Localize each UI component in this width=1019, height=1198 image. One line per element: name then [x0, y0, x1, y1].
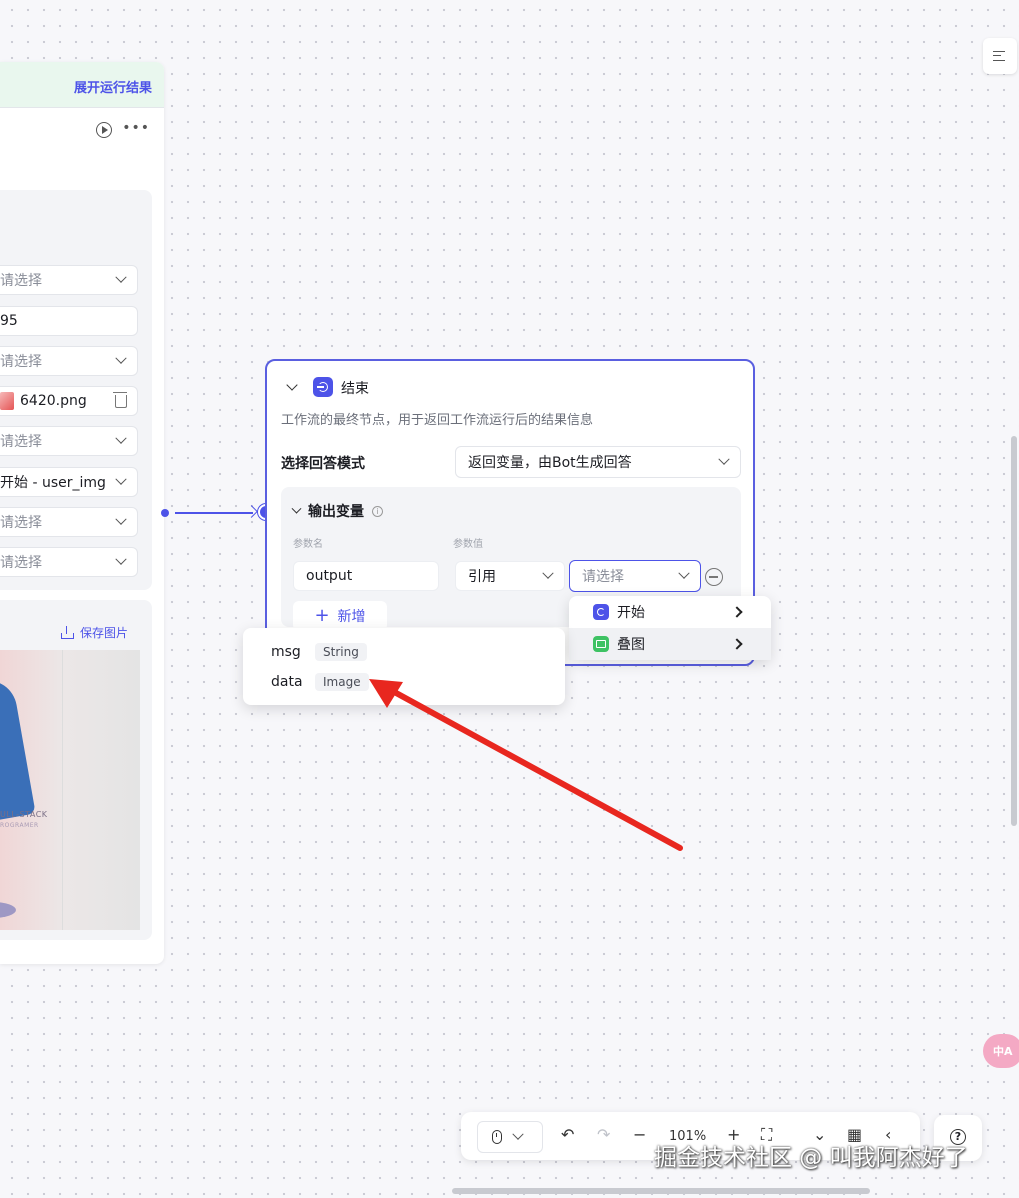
variable-name: msg	[271, 644, 301, 660]
connection-line[interactable]	[175, 512, 253, 514]
input-params-panel: 请选择 95 请选择 6420.png 请选择 开始 - user_img 请选…	[0, 190, 152, 590]
zoom-out-icon[interactable]: −	[633, 1126, 646, 1144]
chevron-down-icon	[115, 473, 127, 485]
output-port[interactable]	[161, 509, 169, 517]
image-node-card[interactable]: 展开运行结果 ••• 请选择 95 请选择 6420.png 请选择 开始 - …	[0, 62, 164, 964]
param-name-column-label: 参数名	[293, 539, 323, 550]
answer-mode-label: 选择回答模式	[281, 456, 365, 472]
param-select[interactable]: 请选择	[0, 547, 138, 577]
run-result-bar: 展开运行结果	[0, 62, 164, 108]
chevron-down-icon	[115, 432, 127, 444]
chevron-down-icon	[512, 1128, 524, 1140]
start-node-icon	[593, 604, 609, 620]
end-node-description: 工作流的最终节点，用于返回工作流运行后的结果信息	[281, 413, 594, 428]
param-value-column-label: 参数值	[453, 539, 483, 550]
node-cascade-menu: 开始 叠图	[569, 596, 771, 660]
param-file[interactable]: 6420.png	[0, 386, 138, 416]
translate-button[interactable]: 中A	[983, 1034, 1019, 1068]
interaction-mode-select[interactable]	[477, 1121, 543, 1153]
chevron-right-icon	[731, 638, 743, 650]
param-value: 95	[0, 313, 18, 329]
preview-caption: ULL-STACK	[0, 810, 48, 819]
param-value: 请选择	[0, 515, 42, 531]
output-variables-label: 输出变量	[308, 504, 364, 520]
chevron-down-icon	[291, 503, 302, 514]
chevron-down-icon	[115, 553, 127, 565]
list-icon	[993, 51, 1005, 61]
save-image-button[interactable]: 保存图片	[60, 624, 128, 641]
param-select[interactable]: 请选择	[0, 426, 138, 456]
output-preview-panel: 保存图片 ULL-STACK ROGRAMER	[0, 600, 152, 940]
chevron-down-icon	[542, 567, 554, 579]
reference-type-select[interactable]: 引用	[455, 561, 565, 591]
param-value: 请选择	[0, 555, 42, 571]
chevron-down-icon	[115, 513, 127, 525]
end-node-icon	[313, 377, 333, 397]
param-select[interactable]: 请选择	[0, 265, 138, 295]
annotation-arrow-icon	[369, 679, 683, 851]
panel-toggle-button[interactable]	[983, 38, 1017, 74]
image-preview[interactable]: ULL-STACK ROGRAMER	[0, 650, 140, 930]
watermark: 掘金技术社区 @ 叫我阿杰好了	[654, 1145, 968, 1171]
menu-item-label: 开始	[617, 605, 645, 621]
horizontal-scrollbar[interactable]	[452, 1188, 870, 1194]
param-value: 6420.png	[20, 393, 87, 409]
mouse-icon	[492, 1130, 502, 1144]
answer-mode-value: 返回变量，由Bot生成回答	[468, 455, 632, 471]
trash-icon[interactable]	[113, 391, 127, 408]
image-thumbnail	[0, 392, 14, 410]
variable-option-data[interactable]: data Image	[271, 673, 369, 691]
param-value: 开始 - user_img	[0, 475, 106, 491]
redo-icon[interactable]: ↷	[597, 1126, 610, 1144]
param-value: 请选择	[0, 273, 42, 289]
add-variable-label: 新增	[337, 609, 366, 625]
more-icon[interactable]: •••	[122, 121, 150, 138]
node-header-actions: •••	[96, 121, 150, 138]
variable-name: data	[271, 674, 303, 690]
param-value: 请选择	[0, 354, 42, 370]
preview-shadow	[0, 902, 16, 918]
remove-row-icon[interactable]	[705, 568, 723, 586]
variable-value-placeholder: 请选择	[582, 569, 624, 585]
undo-icon[interactable]: ↶	[561, 1126, 574, 1144]
image-overlay-icon	[593, 636, 609, 652]
save-image-label: 保存图片	[79, 626, 128, 640]
chevron-down-icon	[718, 453, 730, 465]
plus-icon: +	[314, 605, 330, 626]
chevron-down-icon	[678, 567, 690, 579]
info-icon[interactable]: i	[372, 505, 383, 517]
expand-run-result-link[interactable]: 展开运行结果	[74, 77, 152, 96]
param-value: 请选择	[0, 434, 42, 450]
chevron-right-icon	[731, 606, 743, 618]
end-node-title: 结束	[341, 381, 369, 397]
answer-mode-select[interactable]: 返回变量，由Bot生成回答	[455, 446, 741, 478]
preview-figure	[0, 675, 36, 825]
chevron-down-icon	[115, 352, 127, 364]
variable-value-select[interactable]: 请选择	[569, 560, 701, 592]
download-icon	[60, 625, 74, 640]
param-select[interactable]: 请选择	[0, 346, 138, 376]
type-tag: Image	[315, 673, 369, 691]
reference-type-value: 引用	[468, 569, 496, 585]
preview-divider	[62, 650, 63, 930]
chevron-down-icon	[115, 271, 127, 283]
menu-item-label: 叠图	[617, 637, 645, 653]
output-name-value: output	[306, 568, 353, 584]
collapse-chevron-icon[interactable]	[286, 379, 298, 391]
param-input[interactable]: 95	[0, 306, 138, 336]
play-icon[interactable]	[96, 122, 113, 138]
connection-arrow	[245, 505, 258, 518]
output-variables-header[interactable]: 输出变量 i	[291, 501, 383, 521]
variable-option-msg[interactable]: msg String	[271, 643, 367, 661]
menu-item-overlay[interactable]: 叠图	[569, 628, 771, 660]
vertical-scrollbar[interactable]	[1011, 436, 1017, 826]
translate-icon: 中A	[993, 1045, 1013, 1058]
param-select[interactable]: 请选择	[0, 507, 138, 537]
preview-caption-sub: ROGRAMER	[0, 822, 39, 829]
add-variable-button[interactable]: + 新增	[293, 601, 387, 631]
type-tag: String	[315, 643, 367, 661]
param-select[interactable]: 开始 - user_img	[0, 467, 138, 497]
output-name-input[interactable]: output	[293, 561, 439, 591]
menu-item-start[interactable]: 开始	[569, 596, 771, 628]
